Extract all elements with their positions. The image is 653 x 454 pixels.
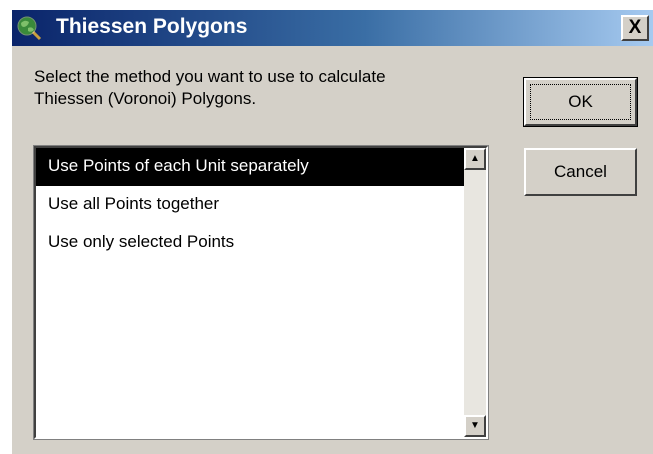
dialog-title: Thiessen Polygons <box>56 15 248 38</box>
arrow-down-icon: ▼ <box>470 420 480 431</box>
method-listbox[interactable]: Use Points of each Unit separately Use a… <box>33 145 489 440</box>
title-bar[interactable]: Thiessen Polygons X <box>12 10 653 46</box>
ok-button-label: OK <box>530 84 631 120</box>
cancel-button[interactable]: Cancel <box>524 148 637 196</box>
thiessen-polygons-dialog: Thiessen Polygons X Select the method yo… <box>12 10 653 454</box>
scroll-down-button[interactable]: ▼ <box>464 415 486 437</box>
scroll-up-button[interactable]: ▲ <box>464 148 486 170</box>
close-button[interactable]: X <box>621 15 649 41</box>
method-list: Use Points of each Unit separately Use a… <box>36 148 464 437</box>
instruction-text: Select the method you want to use to cal… <box>34 66 494 110</box>
list-item-separately[interactable]: Use Points of each Unit separately <box>36 148 464 186</box>
ok-button[interactable]: OK <box>523 77 638 127</box>
instruction-line-2: Thiessen (Voronoi) Polygons. <box>34 89 257 108</box>
instruction-line-1: Select the method you want to use to cal… <box>34 67 386 86</box>
vertical-scrollbar[interactable]: ▲ ▼ <box>464 148 486 437</box>
arrow-up-icon: ▲ <box>470 153 480 164</box>
list-item-together[interactable]: Use all Points together <box>36 186 464 224</box>
list-item-selected-points[interactable]: Use only selected Points <box>36 224 464 262</box>
close-icon: X <box>628 17 642 38</box>
globe-magnifier-icon <box>16 15 42 41</box>
